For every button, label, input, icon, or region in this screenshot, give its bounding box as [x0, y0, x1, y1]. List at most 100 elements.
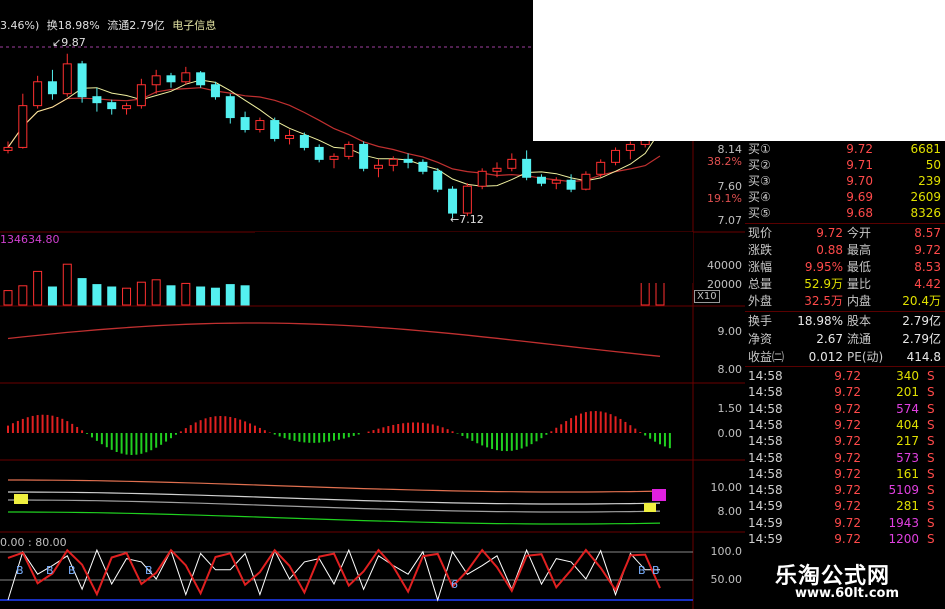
stat-label: 量比 [847, 277, 872, 291]
volume-unit-badge: X10 [694, 290, 720, 303]
candle-body [596, 161, 606, 175]
tick-row[interactable]: 14:58 9.72 5109 S [745, 482, 943, 498]
candle-body [433, 170, 443, 190]
candle-body [181, 72, 191, 83]
tick-volume: 1943 [888, 515, 919, 530]
long-ma-line [7, 322, 661, 357]
tick-row[interactable]: 14:58 9.72 573 S [745, 450, 943, 466]
stat-label: 现价 [748, 226, 773, 240]
band-marker [644, 503, 656, 512]
price-low-mark: ←7.12 [450, 213, 484, 226]
bid-price: 9.69 [846, 190, 873, 204]
tick-time: 14:59 [748, 515, 783, 530]
candle-body [240, 117, 250, 131]
candle-body [225, 96, 235, 119]
white-overlay-block [255, 232, 693, 283]
stat-label: 今开 [847, 226, 872, 240]
osc-axis-label: 50.00 [710, 573, 743, 586]
candle-body [359, 143, 369, 169]
candle-body [551, 179, 561, 184]
order-book-row[interactable]: 买⑤ 9.68 8326 [745, 205, 943, 221]
stat-value: 9.95% [804, 260, 843, 274]
tick-row[interactable]: 14:58 9.72 404 S [745, 417, 943, 433]
tick-row[interactable]: 14:59 9.72 1200 S [745, 531, 943, 547]
tick-time: 14:59 [748, 499, 783, 514]
tick-side: S [927, 434, 935, 449]
tick-side: S [927, 417, 935, 432]
tick-volume: 573 [896, 450, 919, 465]
band-marker [14, 494, 28, 504]
tick-volume: 5109 [888, 483, 919, 498]
tick-time: 14:58 [748, 450, 783, 465]
tick-row[interactable]: 14:58 9.72 574 S [745, 401, 943, 417]
tick-time: 14:58 [748, 434, 783, 449]
fundamental-value: 0.012 [808, 350, 843, 364]
volume-bar [77, 278, 87, 306]
volume-bar [240, 285, 250, 306]
turnover-rate: 换18.98% [46, 19, 100, 32]
osc-line-d [7, 548, 661, 597]
volume-bar [122, 287, 132, 306]
bid-price: 9.72 [846, 142, 873, 156]
fundamental-label: 流通 [847, 332, 872, 346]
fundamental-value: 414.8 [906, 350, 941, 364]
tick-row[interactable]: 14:58 9.72 340 S [745, 368, 943, 384]
stat-label: 外盘 [748, 294, 773, 308]
tick-price: 9.72 [834, 466, 861, 481]
candle-body [522, 158, 532, 178]
tick-price: 9.72 [834, 532, 861, 546]
stat-value: 9.72 [914, 243, 941, 257]
order-book-row[interactable]: 买② 9.71 50 [745, 157, 943, 173]
bid-volume: 50 [925, 158, 941, 172]
order-book-row[interactable]: 买① 9.72 6681 [745, 141, 943, 157]
candle-body [92, 96, 102, 104]
tick-row[interactable]: 14:58 9.72 161 S [745, 466, 943, 482]
candle-body [299, 134, 309, 148]
tick-price: 9.72 [834, 369, 861, 383]
fundamental-value: 2.79亿 [902, 314, 941, 328]
band-line [8, 511, 661, 525]
tick-time: 14:59 [748, 532, 783, 546]
volume-bar [107, 286, 117, 306]
bid-price: 9.71 [846, 158, 873, 172]
watermark: 乐淘公式网 www.60lt.com [745, 552, 945, 609]
candle-body [210, 84, 220, 98]
bid-level-label: 买① [748, 142, 771, 156]
candle-body [107, 102, 117, 110]
volume-bar [210, 287, 220, 306]
volume-bar [62, 263, 72, 306]
fundamental-label: 净资 [748, 332, 773, 346]
candle-body [77, 63, 87, 98]
bid-volume: 8326 [910, 206, 941, 220]
tick-time: 14:58 [748, 385, 783, 400]
tick-row[interactable]: 14:59 9.72 281 S [745, 498, 943, 514]
tick-time: 14:58 [748, 466, 783, 481]
fundamental-label: PE(动) [847, 350, 884, 364]
order-book-row[interactable]: 买④ 9.69 2609 [745, 189, 943, 205]
fundamental-value: 2.67 [816, 332, 843, 346]
watermark-url: www.60lt.com [795, 586, 900, 601]
volume-bar [196, 286, 206, 306]
candle-body [492, 167, 502, 172]
tick-price: 9.72 [834, 434, 861, 449]
stat-value: 8.53 [914, 260, 941, 274]
fundamental-row: 净资 2.67 流通 2.79亿 [745, 331, 943, 348]
candle-body [196, 72, 206, 86]
candle-body [477, 170, 487, 187]
white-overlay-block [533, 0, 945, 141]
fundamental-row: 换手 18.98% 股本 2.79亿 [745, 313, 943, 330]
tick-side: S [927, 515, 935, 530]
candle-body [507, 158, 517, 169]
candle-body [388, 158, 398, 166]
stat-value: 0.88 [816, 243, 843, 257]
order-book-row[interactable]: 买③ 9.70 239 [745, 173, 943, 189]
volume-bar [3, 290, 13, 306]
tick-volume: 404 [896, 417, 919, 432]
price-axis-label: 19.1% [707, 192, 742, 205]
tick-row[interactable]: 14:58 9.72 201 S [745, 384, 943, 400]
tick-row[interactable]: 14:58 9.72 217 S [745, 433, 943, 449]
candle-body [136, 84, 146, 107]
stat-value: 4.42 [914, 277, 941, 291]
tick-row[interactable]: 14:59 9.72 1943 S [745, 515, 943, 531]
band-axis-label: 8.00 [717, 505, 743, 518]
